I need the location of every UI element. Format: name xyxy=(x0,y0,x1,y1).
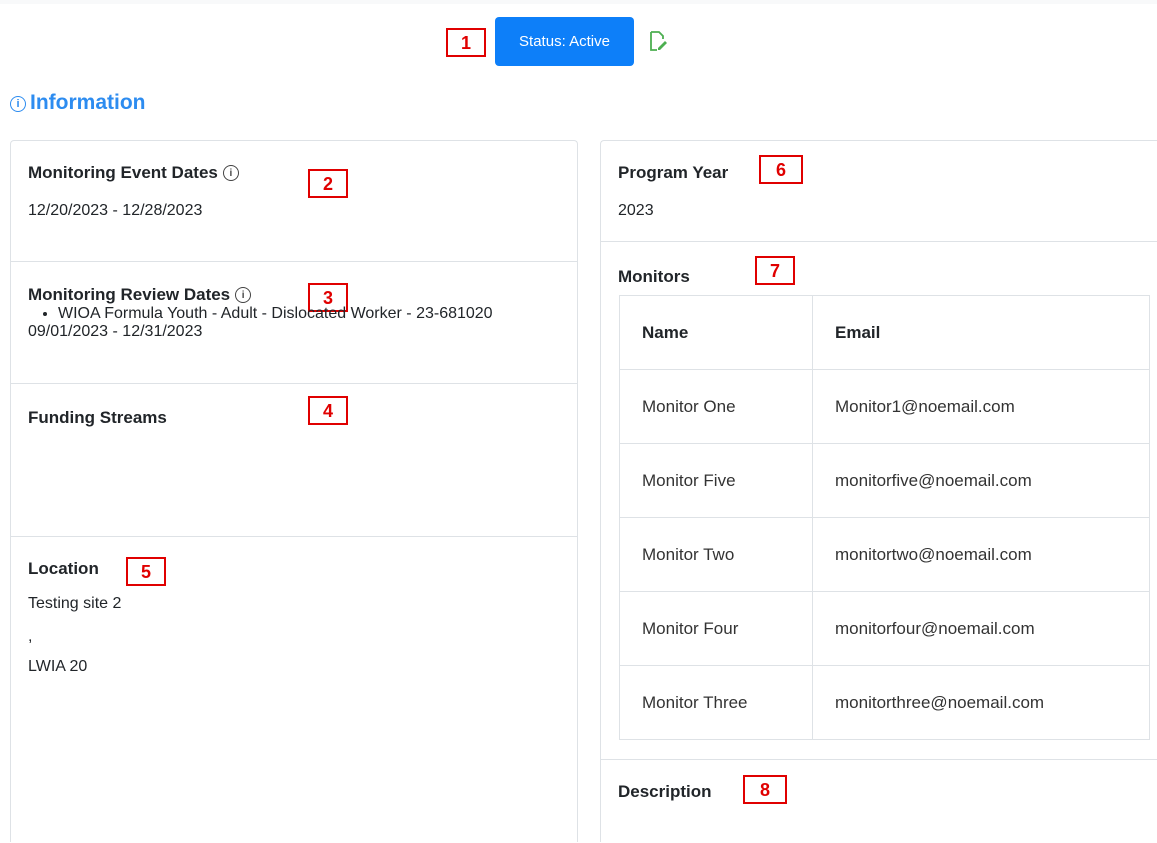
information-title-text: Information xyxy=(30,91,146,114)
info-left-card: Monitoring Event Dates i 12/20/2023 - 12… xyxy=(10,140,578,842)
list-item: WIOA Formula Youth - Adult - Dislocated … xyxy=(58,300,528,328)
event-dates-label-text: Monitoring Event Dates xyxy=(28,163,218,182)
event-dates-label: Monitoring Event Dates i xyxy=(28,163,239,183)
table-row: Monitor One Monitor1@noemail.com xyxy=(619,369,1150,444)
information-heading: i Information xyxy=(10,91,146,115)
top-divider xyxy=(0,0,1157,4)
annotation-marker-1: 1 xyxy=(446,28,486,57)
program-year-value: 2023 xyxy=(618,202,654,219)
monitor-email-cell: monitortwo@noemail.com xyxy=(812,517,1150,592)
location-label: Location xyxy=(28,559,99,578)
location-line-1: Testing site 2 xyxy=(28,595,122,612)
table-row: Monitor Four monitorfour@noemail.com xyxy=(619,591,1150,666)
location-line-2: , xyxy=(28,628,33,645)
program-year-label: Program Year xyxy=(618,163,729,182)
monitor-name-cell: Monitor Three xyxy=(619,665,813,740)
info-icon[interactable]: i xyxy=(222,165,239,181)
monitor-email-cell: monitorfive@noemail.com xyxy=(812,443,1150,518)
monitors-table: Name Email Monitor One Monitor1@noemail.… xyxy=(619,295,1150,740)
table-row: Monitor Two monitortwo@noemail.com xyxy=(619,517,1150,592)
annotation-marker-5: 5 xyxy=(126,557,166,586)
funding-streams-section: Funding Streams 4 xyxy=(11,384,577,537)
edit-icon[interactable] xyxy=(648,30,668,52)
info-right-card: Program Year 2023 6 Monitors 7 Descripti… xyxy=(600,140,1157,842)
annotation-marker-7: 7 xyxy=(755,256,795,285)
description-section: Description 8 xyxy=(601,760,1157,843)
program-year-section: Program Year 2023 6 xyxy=(601,141,1157,242)
description-label: Description xyxy=(618,782,712,801)
event-dates-value: 12/20/2023 - 12/28/2023 xyxy=(28,202,203,219)
funding-streams-label: Funding Streams xyxy=(28,408,167,427)
column-header-email: Email xyxy=(812,295,1150,370)
annotation-marker-2: 2 xyxy=(308,169,348,198)
funding-streams-list: WIOA Formula Youth - Adult - Dislocated … xyxy=(18,300,528,328)
location-section: Location Testing site 2 , LWIA 20 5 xyxy=(11,537,577,843)
monitor-name-cell: Monitor Two xyxy=(619,517,813,592)
column-header-name: Name xyxy=(619,295,813,370)
monitor-email-cell: Monitor1@noemail.com xyxy=(812,369,1150,444)
annotation-marker-8: 8 xyxy=(743,775,787,804)
table-header-row: Name Email xyxy=(619,295,1150,370)
event-dates-section: Monitoring Event Dates i 12/20/2023 - 12… xyxy=(11,141,577,262)
monitor-email-cell: monitorfour@noemail.com xyxy=(812,591,1150,666)
annotation-marker-4: 4 xyxy=(308,396,348,425)
monitors-label: Monitors xyxy=(618,267,690,286)
info-icon: i xyxy=(10,95,26,112)
monitor-name-cell: Monitor Five xyxy=(619,443,813,518)
table-row: Monitor Three monitorthree@noemail.com xyxy=(619,665,1150,740)
monitor-email-cell: monitorthree@noemail.com xyxy=(812,665,1150,740)
status-button[interactable]: Status: Active xyxy=(495,17,634,66)
table-row: Monitor Five monitorfive@noemail.com xyxy=(619,443,1150,518)
annotation-marker-6: 6 xyxy=(759,155,803,184)
location-line-3: LWIA 20 xyxy=(28,658,88,675)
monitor-name-cell: Monitor One xyxy=(619,369,813,444)
monitor-name-cell: Monitor Four xyxy=(619,591,813,666)
